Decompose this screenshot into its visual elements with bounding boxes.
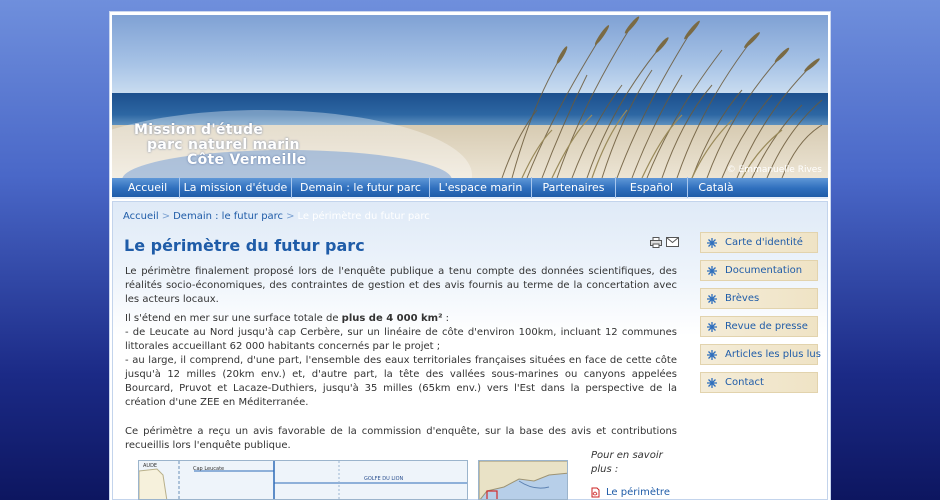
content-layer: Accueil > Demain : le futur parc > Le périmè… (110, 0, 830, 500)
breadcrumb-separator: > (161, 211, 171, 222)
envelope-icon[interactable] (666, 237, 679, 247)
map-label-golfe: GOLFE DU LION (364, 476, 404, 482)
sidebar-item-label: Articles les plus lus (725, 349, 821, 360)
more-info-link[interactable]: Le périmètre (591, 487, 670, 498)
location-map-drawing (479, 461, 567, 499)
sidebar-item-revue-presse[interactable]: Revue de presse (700, 316, 818, 337)
perimeter-map[interactable]: AUDE Cap Leucate GOLFE DU LION (138, 460, 468, 500)
paragraph-2-line-3: - au large, il comprend, d'une part, l'e… (125, 355, 677, 408)
star-icon (707, 265, 717, 276)
sidebar-item-label: Contact (725, 377, 764, 388)
sidebar-item-label: Documentation (725, 265, 803, 276)
paragraph-2-line-2: - de Leucate au Nord jusqu'à cap Cerbère… (125, 327, 677, 352)
star-icon (707, 321, 717, 332)
sidebar-item-carte-identite[interactable]: Carte d'identité (700, 232, 818, 253)
sidebar-item-documentation[interactable]: Documentation (700, 260, 818, 281)
breadcrumb-section[interactable]: Demain : le futur parc (173, 211, 283, 222)
article-body: Le périmètre finalement proposé lors de … (125, 265, 677, 458)
location-map[interactable] (478, 460, 568, 500)
breadcrumb-home[interactable]: Accueil (123, 211, 159, 222)
more-info-link-label: Le périmètre (606, 487, 670, 498)
article-paragraph-2: Il s'étend en mer sur une surface totale… (125, 312, 677, 410)
perimeter-map-drawing: AUDE Cap Leucate GOLFE DU LION (139, 461, 467, 499)
pdf-icon (591, 487, 600, 498)
article-tools (650, 237, 679, 248)
surface-highlight: plus de 4 000 km² (341, 313, 443, 324)
map-label-leucate: Cap Leucate (193, 466, 224, 472)
star-icon (707, 293, 717, 304)
page-title: Le périmètre du futur parc (124, 236, 365, 255)
map-label-aude: AUDE (143, 463, 157, 469)
breadcrumb-separator: > (286, 211, 295, 222)
printer-icon[interactable] (650, 237, 662, 248)
sidebar-item-label: Revue de presse (725, 321, 808, 332)
star-icon (707, 237, 717, 248)
sidebar-menu: Carte d'identité Documentation Brèves Re… (700, 232, 821, 400)
sidebar-item-breves[interactable]: Brèves (700, 288, 818, 309)
star-icon (707, 349, 717, 360)
breadcrumb-current: Le périmètre du futur parc (297, 211, 430, 222)
article-paragraph-1: Le périmètre finalement proposé lors de … (125, 266, 677, 305)
breadcrumb: Accueil > Demain : le futur parc > Le périmè… (123, 211, 430, 222)
sidebar-item-label: Brèves (725, 293, 760, 304)
star-icon (707, 377, 717, 388)
paragraph-2-prefix: Il s'étend en mer sur une surface totale… (125, 313, 342, 324)
paragraph-2-suffix: : (442, 313, 450, 324)
sidebar-item-label: Carte d'identité (725, 237, 803, 248)
more-info-heading: Pour en savoir plus : (591, 450, 663, 475)
sidebar-item-articles-plus-lus[interactable]: Articles les plus lus (700, 344, 821, 365)
sidebar-item-contact[interactable]: Contact (700, 372, 818, 393)
